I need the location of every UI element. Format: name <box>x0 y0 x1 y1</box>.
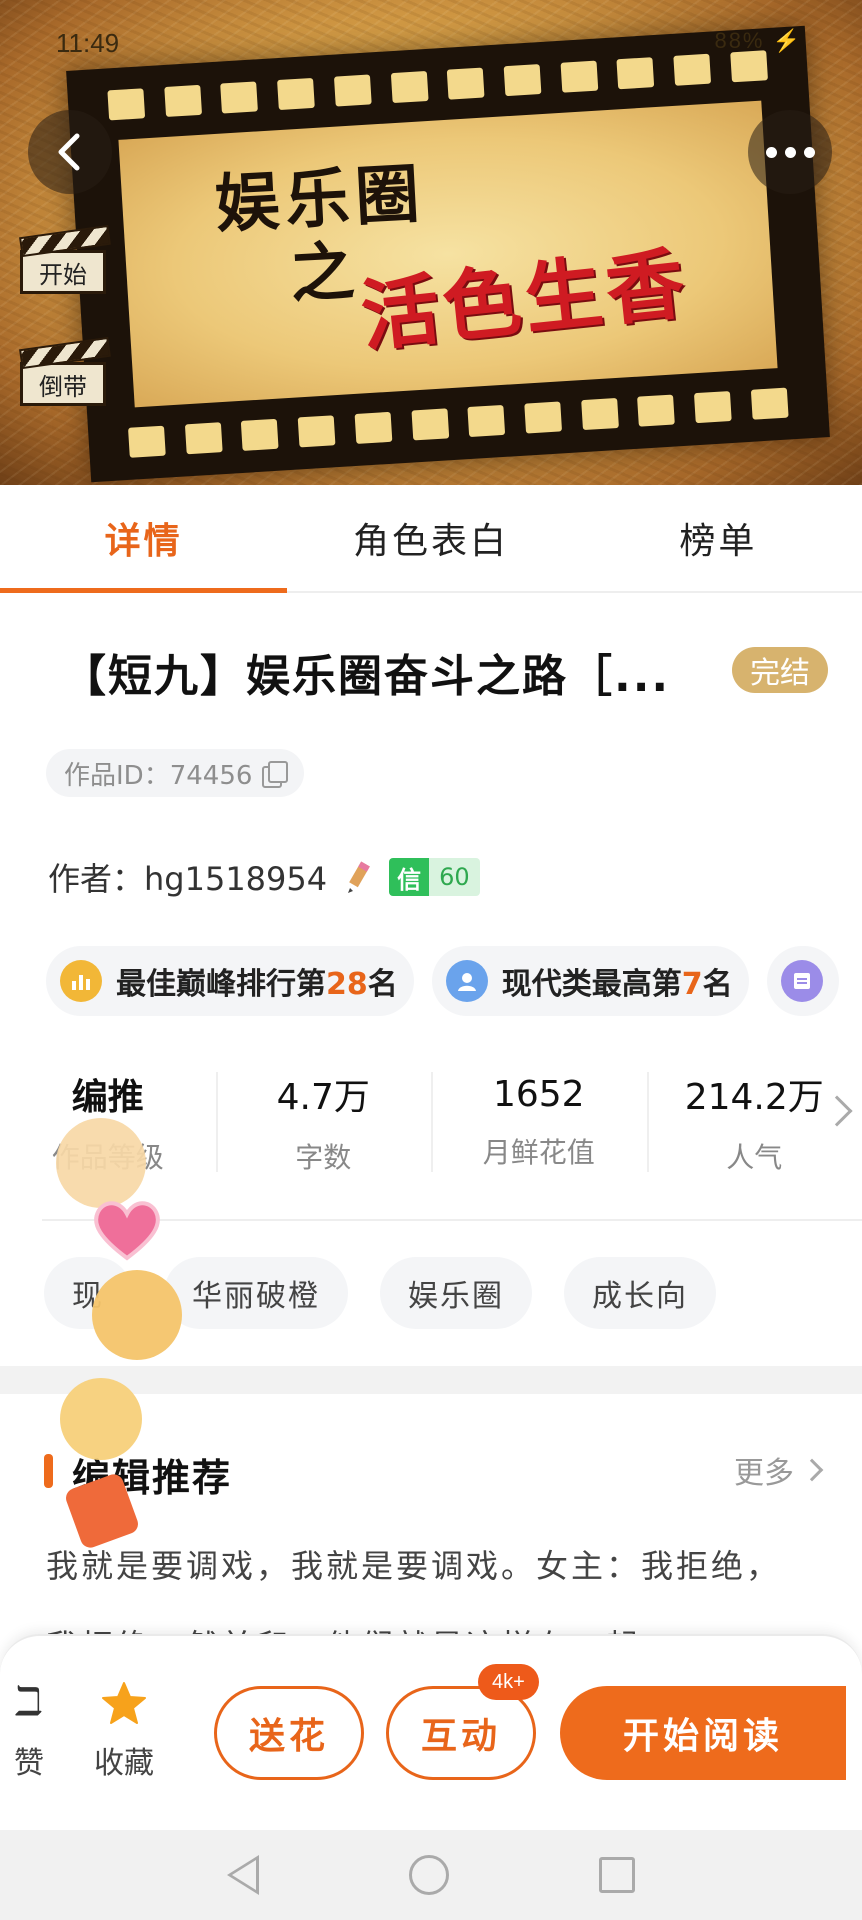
tag-chip[interactable]: 成长向 <box>564 1257 716 1329</box>
pencil-icon <box>348 861 370 893</box>
rank-pill-modern[interactable]: 现代类最高第7名 <box>431 946 749 1016</box>
status-icons: 88% ⚡ <box>714 28 802 53</box>
book-icon <box>780 960 823 1002</box>
rank-pill-more[interactable] <box>766 946 839 1016</box>
work-id-text: 作品ID：74456 <box>64 760 253 791</box>
chart-icon <box>60 960 102 1002</box>
more-link[interactable]: 更多 <box>734 1448 824 1492</box>
stat-value: 214.2万 <box>684 1077 824 1118</box>
interact-button[interactable]: 互动 <box>386 1686 536 1780</box>
mascot-sticker-icon <box>92 1270 182 1360</box>
thumbs-up-icon: ℶ <box>15 1679 43 1725</box>
stat-value: 1652 <box>492 1073 585 1115</box>
chevron-right-icon <box>800 1458 824 1482</box>
more-options-button[interactable] <box>748 110 832 194</box>
tab-rankings[interactable]: 榜单 <box>575 485 862 591</box>
credit-badge-score: 60 <box>429 858 480 896</box>
interact-count-badge: 4k+ <box>478 1664 539 1700</box>
stat-monthly-flowers: 1652 月鲜花值 <box>431 1062 647 1182</box>
cover-art-title-line2: 之 <box>288 235 357 313</box>
status-time: 11:49 <box>56 28 120 58</box>
system-navigation-bar <box>0 1830 862 1920</box>
tag-chip[interactable]: 娱乐圈 <box>380 1257 532 1329</box>
mascot-cheer-icon <box>60 1378 142 1460</box>
stat-word-count: 4.7万 字数 <box>215 1062 432 1182</box>
heart-icon <box>94 1201 160 1261</box>
author-name[interactable]: 作者：hg1518954 <box>48 854 327 900</box>
stat-value: 编推 <box>71 1077 144 1118</box>
rank-pills: 最佳巅峰排行第28名 现代类最高第7名 <box>46 946 839 1016</box>
book-title: 【短九】娱乐圈奋斗之路［... <box>62 651 671 702</box>
divider <box>42 1219 862 1221</box>
stat-label: 字数 <box>295 1141 352 1174</box>
work-id-chip[interactable]: 作品ID：74456 <box>46 749 305 797</box>
nav-back-icon[interactable] <box>227 1855 259 1895</box>
favorite-label: 收藏 <box>94 1746 154 1781</box>
person-icon <box>445 960 488 1002</box>
more-dots-icon <box>765 146 815 158</box>
bottom-action-bar: ℶ 赞 收藏 送花 互动 4k+ 开始阅读 <box>0 1634 862 1830</box>
tab-details[interactable]: 详情 <box>0 485 288 593</box>
favorite-button[interactable]: 收藏 <box>94 1680 154 1782</box>
star-icon <box>102 1682 146 1724</box>
credit-badge-label: 信 <box>389 858 430 896</box>
like-button[interactable]: ℶ 赞 <box>14 1680 44 1782</box>
more-link-label: 更多 <box>734 1456 794 1491</box>
credit-badge: 信 60 <box>389 858 480 896</box>
tab-character-confession[interactable]: 角色表白 <box>287 485 574 591</box>
status-badge: 完结 <box>732 647 828 693</box>
clapper-rewind: 倒带 <box>20 362 106 406</box>
stat-value: 4.7万 <box>276 1077 370 1118</box>
nav-recents-icon[interactable] <box>599 1857 635 1893</box>
cover-banner: 娱乐圈 之 活色生香 开始 倒带 11:49 88% ⚡ <box>0 0 862 485</box>
chevron-left-icon <box>58 133 80 171</box>
nav-home-icon[interactable] <box>409 1855 449 1895</box>
mascot-sticker-icon <box>56 1118 146 1208</box>
clapper-start: 开始 <box>20 250 106 294</box>
author-row[interactable]: 作者：hg1518954 信 60 <box>48 852 480 902</box>
copy-icon[interactable] <box>262 761 289 788</box>
rank-peak-text: 最佳巅峰排行第28名 <box>116 967 398 1002</box>
rank-pill-peak[interactable]: 最佳巅峰排行第28名 <box>46 946 414 1016</box>
like-label: 赞 <box>14 1746 44 1781</box>
tag-chip[interactable]: 华丽破橙 <box>164 1257 348 1329</box>
back-button[interactable] <box>28 110 112 194</box>
rank-modern-text: 现代类最高第7名 <box>501 967 733 1002</box>
stat-label: 月鲜花值 <box>482 1135 595 1169</box>
start-reading-button[interactable]: 开始阅读 <box>560 1686 846 1780</box>
section-accent-bar <box>44 1454 53 1488</box>
send-flower-button[interactable]: 送花 <box>214 1686 364 1780</box>
stat-popularity: 214.2万 人气 <box>646 1062 862 1182</box>
detail-tabs: 详情 角色表白 榜单 <box>0 485 862 593</box>
stat-label: 人气 <box>726 1141 783 1174</box>
